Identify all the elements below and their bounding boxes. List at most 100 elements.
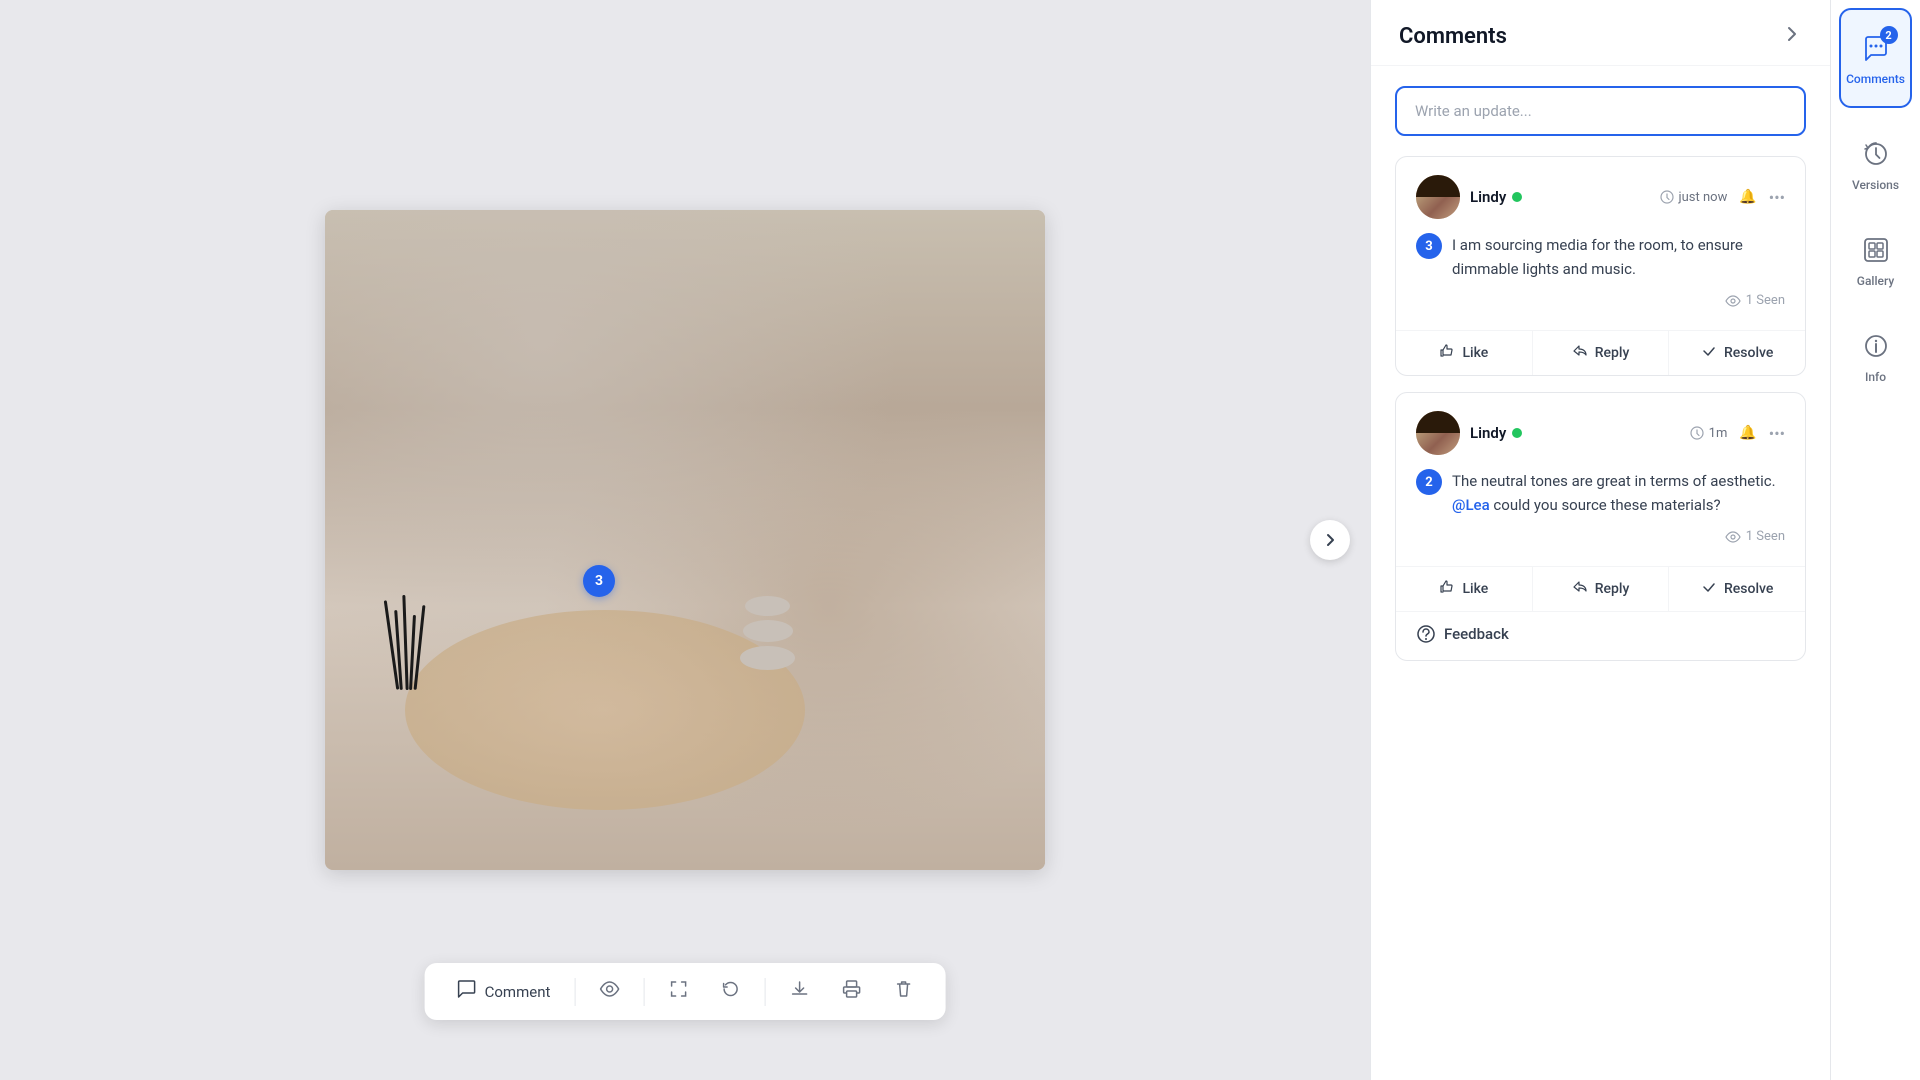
comment-2-meta: 1m 🔔 ••• xyxy=(1690,424,1785,443)
image-comment-badge[interactable]: 3 xyxy=(583,565,615,597)
comment-1-resolve-button[interactable]: Resolve xyxy=(1668,331,1805,375)
toolbar-divider-1 xyxy=(574,978,575,1006)
feedback-icon xyxy=(1416,624,1436,644)
comment-1-time: just now xyxy=(1660,190,1728,205)
trash-icon xyxy=(893,979,913,1004)
comments-panel: Comments Write an update... Lindy xyxy=(1370,0,1830,1080)
print-icon xyxy=(841,979,861,1004)
comments-title: Comments xyxy=(1399,24,1507,49)
feedback-label: Feedback xyxy=(1444,625,1509,643)
sidebar-item-info[interactable]: Info xyxy=(1831,308,1920,404)
comment-1-resolve-label: Resolve xyxy=(1724,345,1773,361)
comment-2-header: Lindy 1m 🔔 ••• xyxy=(1416,411,1785,455)
download-tool[interactable] xyxy=(781,975,817,1008)
sidebar-item-comments[interactable]: 2 Comments xyxy=(1839,8,1912,108)
feedback-button[interactable]: Feedback xyxy=(1416,624,1785,644)
comment-2-like-label: Like xyxy=(1462,581,1488,597)
info-sidebar-icon xyxy=(1858,328,1894,364)
comments-icon-wrap: 2 xyxy=(1858,30,1894,66)
image-toolbar: Comment xyxy=(425,963,946,1020)
gallery-sidebar-label: Gallery xyxy=(1857,274,1894,288)
comment-1-seen-count: 1 Seen xyxy=(1746,293,1785,308)
comment-1-reply-button[interactable]: Reply xyxy=(1532,331,1669,375)
comment-1-user-info: Lindy xyxy=(1470,188,1650,206)
comment-icon xyxy=(457,979,477,1004)
versions-sidebar-icon xyxy=(1858,136,1894,172)
like-icon xyxy=(1439,343,1455,363)
comment-1-online-indicator xyxy=(1512,192,1522,202)
comments-header: Comments xyxy=(1371,0,1830,66)
comment-1-more-options[interactable]: ••• xyxy=(1769,188,1785,207)
main-image xyxy=(325,210,1045,870)
comment-2-reply-label: Reply xyxy=(1595,581,1630,597)
comment-2-name-row: Lindy xyxy=(1470,424,1680,442)
comment-2-seen-info: 1 Seen xyxy=(1416,529,1785,548)
print-tool[interactable] xyxy=(833,975,869,1008)
comment-1-like-label: Like xyxy=(1462,345,1488,361)
refresh-icon xyxy=(720,979,740,1004)
feedback-section: Feedback xyxy=(1396,611,1805,660)
sidebar-item-gallery[interactable]: Gallery xyxy=(1831,212,1920,308)
comment-card-2: Lindy 1m 🔔 ••• xyxy=(1395,392,1806,661)
comment-card-1: Lindy just now 🔔 ••• xyxy=(1395,156,1806,376)
comment-2-more-options[interactable]: ••• xyxy=(1769,424,1785,443)
comment-tool[interactable]: Comment xyxy=(449,975,559,1008)
comment-1-avatar xyxy=(1416,175,1460,219)
mention-lea: @Lea xyxy=(1452,496,1490,514)
comment-2-time: 1m xyxy=(1690,426,1728,441)
delete-tool[interactable] xyxy=(885,975,921,1008)
like-icon-2 xyxy=(1439,579,1455,599)
comment-1-notification-bell[interactable]: 🔔 xyxy=(1739,189,1756,205)
comments-badge-count: 2 xyxy=(1880,26,1898,44)
comments-body: Write an update... Lindy xyxy=(1371,66,1830,1080)
gallery-sidebar-icon xyxy=(1858,232,1894,268)
comment-2-body: 2 The neutral tones are great in terms o… xyxy=(1416,469,1785,529)
comment-2-online-indicator xyxy=(1512,428,1522,438)
reply-icon-2 xyxy=(1572,579,1588,599)
comment-1-username: Lindy xyxy=(1470,188,1506,206)
refresh-tool[interactable] xyxy=(712,975,748,1008)
comment-1-number-badge: 3 xyxy=(1416,233,1442,259)
comment-2-like-button[interactable]: Like xyxy=(1396,567,1532,611)
comment-2-reply-button[interactable]: Reply xyxy=(1532,567,1669,611)
comment-1-like-button[interactable]: Like xyxy=(1396,331,1532,375)
comment-1-actions: Like Reply Resolve xyxy=(1396,330,1805,375)
comment-1-content: Lindy just now 🔔 ••• xyxy=(1396,157,1805,330)
visibility-tool[interactable] xyxy=(591,975,627,1008)
comment-2-content: Lindy 1m 🔔 ••• xyxy=(1396,393,1805,566)
versions-sidebar-label: Versions xyxy=(1852,178,1899,192)
expand-icon xyxy=(668,979,688,1004)
comment-1-seen-info: 1 Seen xyxy=(1416,293,1785,312)
resolve-icon-1 xyxy=(1701,343,1717,363)
write-update-placeholder: Write an update... xyxy=(1415,102,1532,120)
comment-2-resolve-button[interactable]: Resolve xyxy=(1668,567,1805,611)
reply-icon-1 xyxy=(1572,343,1588,363)
comments-sidebar-label: Comments xyxy=(1846,72,1905,86)
image-area: 3 Comment xyxy=(0,0,1370,1080)
comment-tool-label: Comment xyxy=(485,983,551,1001)
comment-2-avatar xyxy=(1416,411,1460,455)
comment-2-seen-count: 1 Seen xyxy=(1746,529,1785,544)
resolve-icon-2 xyxy=(1701,579,1717,599)
toolbar-divider-2 xyxy=(643,978,644,1006)
comment-1-body: 3 I am sourcing media for the room, to e… xyxy=(1416,233,1785,293)
toolbar-divider-3 xyxy=(764,978,765,1006)
write-update-input[interactable]: Write an update... xyxy=(1395,86,1806,136)
comment-2-username: Lindy xyxy=(1470,424,1506,442)
comment-2-user-info: Lindy xyxy=(1470,424,1680,442)
expand-tool[interactable] xyxy=(660,975,696,1008)
next-image-arrow[interactable] xyxy=(1310,520,1350,560)
comment-1-reply-label: Reply xyxy=(1595,345,1630,361)
download-icon xyxy=(789,979,809,1004)
comment-2-actions: Like Reply Resolve xyxy=(1396,566,1805,611)
comment-1-text: I am sourcing media for the room, to ens… xyxy=(1452,233,1785,281)
comment-1-header: Lindy just now 🔔 ••• xyxy=(1416,175,1785,219)
comment-2-notification-bell[interactable]: 🔔 xyxy=(1739,425,1756,441)
comment-2-number-badge: 2 xyxy=(1416,469,1442,495)
info-sidebar-label: Info xyxy=(1865,370,1886,384)
comment-1-meta: just now 🔔 ••• xyxy=(1660,188,1785,207)
sidebar-item-versions[interactable]: Versions xyxy=(1831,116,1920,212)
comment-1-name-row: Lindy xyxy=(1470,188,1650,206)
right-sidebar: 2 Comments Versions Gallery xyxy=(1830,0,1920,1080)
collapse-comments-button[interactable] xyxy=(1782,24,1802,49)
